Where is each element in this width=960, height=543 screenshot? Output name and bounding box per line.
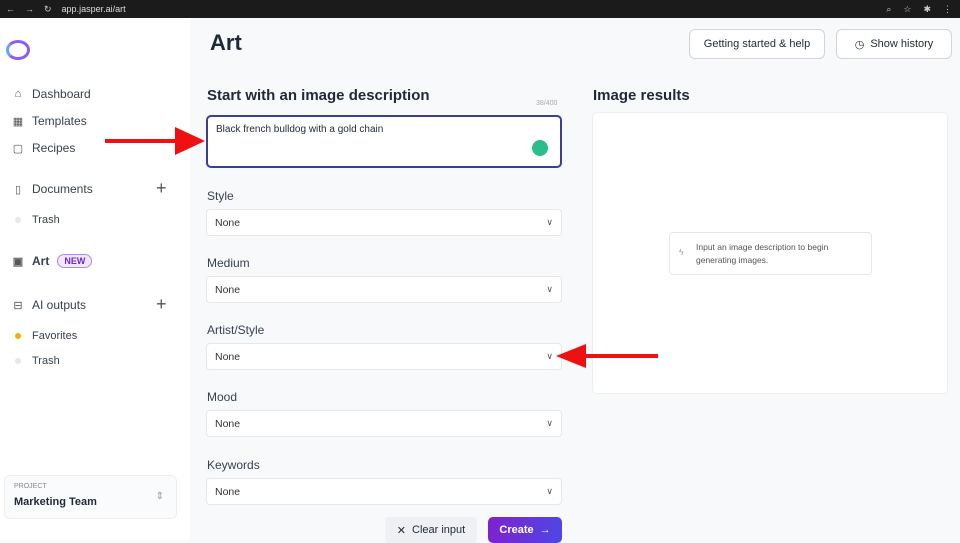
home-icon: ⌂ [14, 88, 22, 100]
help-button[interactable]: Getting started & help [689, 29, 825, 59]
keywords-select[interactable]: None ∨ [206, 478, 562, 505]
keywords-label: Keywords [207, 458, 260, 472]
chevron-down-icon: ∨ [546, 486, 553, 496]
show-history-button[interactable]: ◷ Show history [836, 29, 952, 59]
mood-label: Mood [207, 390, 238, 404]
arrow-right-icon: → [539, 524, 551, 536]
url-bar[interactable]: app.jasper.ai/art [62, 4, 126, 14]
mood-select[interactable]: None ∨ [206, 410, 562, 437]
chevron-updown-icon: ⇕ [155, 491, 164, 502]
sidebar-item-recipes[interactable]: ▢ Recipes [12, 141, 76, 155]
chevron-down-icon: ∨ [546, 418, 553, 428]
back-icon[interactable]: ← [6, 4, 15, 14]
dot-icon [15, 333, 21, 339]
browser-bar: ← → ↻ app.jasper.ai/art ⌕ ☆ ✱ ⋮ [0, 0, 960, 18]
recipe-icon: ▢ [12, 142, 24, 155]
artist-style-label: Artist/Style [207, 323, 265, 337]
clock-icon: ◷ [854, 38, 865, 51]
style-label: Style [207, 189, 234, 203]
inbox-icon: ⊟ [13, 299, 23, 312]
sidebar-item-trash[interactable]: Trash [12, 214, 60, 226]
char-counter: 38/400 [536, 100, 558, 107]
jasper-logo[interactable] [6, 40, 30, 60]
reload-icon[interactable]: ↻ [44, 4, 52, 15]
dot-icon [15, 358, 21, 364]
clear-input-button[interactable]: ✕ Clear input [385, 517, 477, 543]
style-select[interactable]: None ∨ [206, 209, 562, 236]
form-heading: Start with an image description [207, 87, 430, 104]
sidebar-item-templates[interactable]: ▦ Templates [12, 114, 87, 128]
zoom-icon[interactable]: ⌕ [886, 4, 891, 15]
bolt-icon: ϟ [679, 247, 684, 257]
medium-label: Medium [207, 256, 250, 270]
sidebar-item-dashboard[interactable]: ⌂ Dashboard [12, 87, 91, 101]
create-button[interactable]: Create → [488, 517, 562, 543]
sidebar-item-documents[interactable]: ▯ Documents [12, 182, 93, 196]
add-output-button[interactable]: + [156, 294, 167, 315]
sidebar-item-art[interactable]: ▣ Art NEW [12, 254, 93, 268]
document-icon: ▯ [14, 183, 22, 196]
sidebar-item-trash-outputs[interactable]: Trash [12, 355, 60, 367]
sidebar-item-ai-outputs[interactable]: ⊟ AI outputs [12, 298, 86, 312]
close-icon: ✕ [396, 524, 406, 537]
extensions-icon[interactable]: ✱ [923, 4, 931, 15]
dot-icon [15, 217, 21, 223]
add-document-button[interactable]: + [156, 178, 167, 199]
image-results-panel: ϟ Input an image description to begin gen… [592, 112, 948, 394]
menu-icon[interactable]: ⋮ [943, 4, 952, 15]
chevron-down-icon: ∨ [546, 284, 553, 294]
sidebar: ⌂ Dashboard ▦ Templates ▢ Recipes ▯ Document… [0, 18, 190, 540]
sidebar-item-favorites[interactable]: Favorites [12, 330, 77, 342]
loading-icon [532, 140, 548, 156]
page-title: Art [210, 30, 242, 55]
project-switcher[interactable]: PROJECT Marketing Team ⇕ [4, 475, 177, 519]
empty-state-hint: ϟ Input an image description to begin gen… [669, 232, 872, 275]
results-heading: Image results [593, 87, 690, 104]
new-badge: NEW [57, 254, 93, 268]
image-icon: ▣ [12, 255, 24, 268]
medium-select[interactable]: None ∨ [206, 276, 562, 303]
grid-icon: ▦ [12, 115, 24, 128]
description-input[interactable]: Black french bulldog with a gold chain [206, 115, 562, 168]
forward-icon[interactable]: → [25, 4, 34, 14]
chevron-down-icon: ∨ [546, 217, 553, 227]
star-icon[interactable]: ☆ [903, 4, 911, 15]
chevron-down-icon: ∨ [546, 351, 553, 361]
artist-style-select[interactable]: None ∨ [206, 343, 562, 370]
